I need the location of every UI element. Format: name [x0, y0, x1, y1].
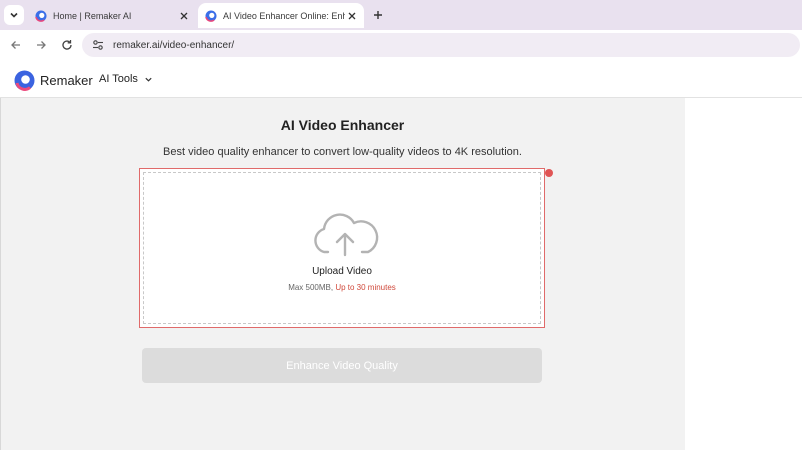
- plus-icon: [374, 11, 382, 19]
- chevron-down-icon: [10, 12, 18, 18]
- browser-toolbar: remaker.ai/video-enhancer/: [0, 30, 802, 60]
- close-icon: [180, 12, 188, 19]
- upload-dropzone[interactable]: Upload Video Max 500MB, Up to 30 minutes: [139, 168, 545, 328]
- site-settings-icon[interactable]: [91, 38, 105, 52]
- chevron-down-icon: [145, 77, 152, 82]
- page-subtitle: Best video quality enhancer to convert l…: [163, 146, 522, 158]
- tab-video-enhancer[interactable]: AI Video Enhancer Online: Enhance: [198, 3, 364, 28]
- side-panel: [685, 98, 802, 450]
- duration-limit: Up to 30 minutes: [335, 283, 396, 292]
- brand-name[interactable]: Remaker: [40, 73, 93, 88]
- arrow-right-icon: [37, 41, 46, 49]
- close-tab-button[interactable]: [177, 9, 191, 23]
- tab-title: Home | Remaker AI: [53, 10, 132, 21]
- ai-tools-label: AI Tools: [99, 73, 138, 85]
- new-tab-button[interactable]: [370, 7, 386, 23]
- site-header: Remaker AI Tools: [0, 62, 802, 98]
- reload-icon: [62, 40, 72, 50]
- error-indicator: [545, 169, 553, 177]
- tab-strip: Home | Remaker AI AI Video Enhancer Onli…: [0, 0, 802, 30]
- remaker-favicon-icon: [205, 10, 217, 22]
- tune-icon: [93, 40, 103, 50]
- enhance-video-button[interactable]: Enhance Video Quality: [142, 348, 542, 383]
- reload-button[interactable]: [59, 37, 75, 53]
- address-bar[interactable]: remaker.ai/video-enhancer/: [82, 33, 800, 57]
- close-tab-button[interactable]: [345, 9, 359, 23]
- back-button[interactable]: [8, 37, 24, 53]
- upload-dropzone-border: Upload Video Max 500MB, Up to 30 minutes: [143, 172, 541, 324]
- cloud-upload-icon: [314, 213, 379, 257]
- remaker-favicon-icon: [35, 10, 47, 22]
- forward-button[interactable]: [33, 37, 49, 53]
- close-icon: [348, 12, 356, 19]
- tab-title: AI Video Enhancer Online: Enhance: [223, 10, 345, 21]
- ai-tools-menu[interactable]: AI Tools: [99, 73, 153, 85]
- tab-home[interactable]: Home | Remaker AI: [28, 3, 196, 28]
- arrow-left-icon: [11, 41, 20, 49]
- upload-label: Upload Video: [312, 266, 372, 277]
- url-text: remaker.ai/video-enhancer/: [113, 39, 235, 51]
- page-title: AI Video Enhancer: [280, 117, 405, 133]
- upload-limits: Max 500MB, Up to 30 minutes: [144, 283, 540, 292]
- remaker-logo-icon[interactable]: [14, 70, 35, 91]
- tab-search-button[interactable]: [4, 5, 24, 25]
- size-limit: Max 500MB,: [288, 283, 334, 292]
